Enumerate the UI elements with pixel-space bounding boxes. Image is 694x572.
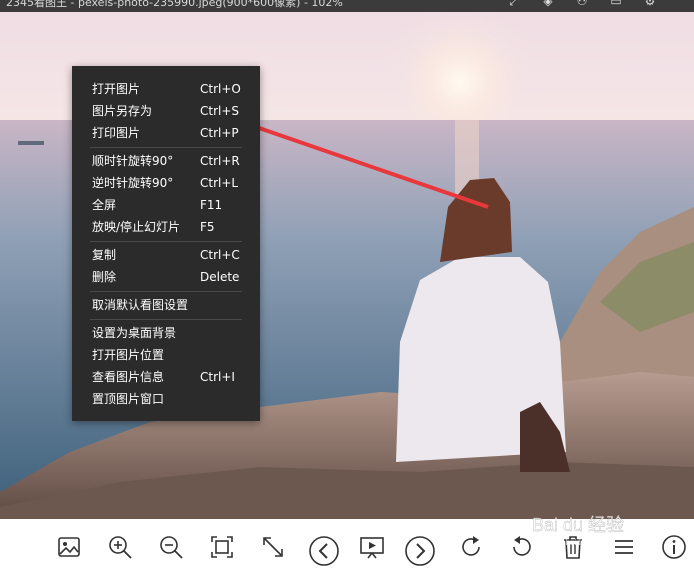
skin-icon[interactable]: ◈ — [540, 0, 556, 7]
chat-icon[interactable]: ▭ — [608, 0, 624, 7]
menu-item-open-image[interactable]: 打开图片 Ctrl+O — [92, 78, 248, 100]
watermark-text: Bai du 经验 — [532, 515, 624, 535]
fullscreen-icon[interactable]: ⤢ — [506, 0, 522, 7]
menu-item-open-location[interactable]: 打开图片位置 — [92, 344, 248, 366]
menu-item-rotate-cw[interactable]: 顺时针旋转90° Ctrl+R — [92, 150, 248, 172]
slideshow-icon[interactable] — [358, 533, 386, 561]
zoom-in-icon[interactable] — [106, 533, 134, 561]
baidu-jingyan-watermark: Bai du 经验 jingyan.baidu.com — [532, 515, 624, 547]
menu-separator — [90, 241, 242, 242]
menu-item-label: 放映/停止幻灯片 — [92, 220, 181, 234]
menu-item-image-info[interactable]: 查看图片信息 Ctrl+I — [92, 366, 248, 388]
watermark-sub: jingyan.baidu.com — [537, 538, 603, 547]
menu-item-label: 查看图片信息 — [92, 370, 165, 384]
menu-item-pin-window[interactable]: 置顶图片窗口 — [92, 388, 248, 410]
menu-item-label: 打开图片位置 — [92, 348, 165, 362]
info-icon[interactable] — [660, 533, 688, 561]
menu-item-copy[interactable]: 复制 Ctrl+C — [92, 244, 248, 266]
menu-separator — [90, 319, 242, 320]
actual-size-icon[interactable] — [259, 533, 287, 561]
zoom-out-icon[interactable] — [157, 533, 185, 561]
menu-item-shortcut: Ctrl+R — [200, 154, 240, 168]
menu-item-label: 顺时针旋转90° — [92, 154, 174, 168]
share-icon[interactable]: ⚇ — [574, 0, 590, 7]
menu-item-shortcut: Ctrl+L — [200, 176, 239, 190]
menu-item-label: 图片另存为 — [92, 104, 153, 118]
settings-icon[interactable]: ⚙ — [642, 0, 658, 7]
menu-item-shortcut: F5 — [200, 220, 215, 234]
menu-item-rotate-ccw[interactable]: 逆时针旋转90° Ctrl+L — [92, 172, 248, 194]
title-bar: 2345看图王 - pexels-photo-235990.jpeg(900*6… — [0, 0, 694, 12]
menu-item-label: 逆时针旋转90° — [92, 176, 174, 190]
image-icon[interactable] — [55, 533, 83, 561]
menu-item-label: 删除 — [92, 270, 117, 284]
context-menu: 打开图片 Ctrl+O 图片另存为 Ctrl+S 打印图片 Ctrl+P 顺时针… — [72, 66, 260, 421]
window-title: 2345看图王 - pexels-photo-235990.jpeg(900*6… — [6, 0, 343, 9]
menu-separator — [90, 291, 242, 292]
fit-screen-icon[interactable] — [208, 533, 236, 561]
menu-item-shortcut: Ctrl+P — [200, 126, 239, 140]
menu-item-label: 全屏 — [92, 198, 117, 212]
menu-item-print[interactable]: 打印图片 Ctrl+P — [92, 122, 248, 144]
menu-item-shortcut: Ctrl+O — [200, 82, 241, 96]
menu-item-label: 打开图片 — [92, 82, 141, 96]
menu-item-shortcut: F11 — [200, 198, 223, 212]
menu-item-slideshow[interactable]: 放映/停止幻灯片 F5 — [92, 216, 248, 238]
menu-item-label: 取消默认看图设置 — [92, 298, 189, 312]
menu-item-shortcut: Ctrl+S — [200, 104, 240, 118]
menu-item-shortcut: Ctrl+C — [200, 248, 240, 262]
previous-icon[interactable] — [308, 535, 340, 567]
menu-item-shortcut: Delete — [200, 270, 240, 284]
menu-item-label: 复制 — [92, 248, 117, 262]
rotate-right-icon[interactable] — [457, 533, 485, 561]
menu-item-cancel-default-viewer[interactable]: 取消默认看图设置 — [92, 294, 248, 316]
menu-item-shortcut: Ctrl+I — [200, 370, 235, 384]
menu-separator — [90, 147, 242, 148]
menu-item-set-wallpaper[interactable]: 设置为桌面背景 — [92, 322, 248, 344]
menu-item-delete[interactable]: 删除 Delete — [92, 266, 248, 288]
menu-item-label: 设置为桌面背景 — [92, 326, 177, 340]
menu-item-save-as[interactable]: 图片另存为 Ctrl+S — [92, 100, 248, 122]
title-bar-icons: ⤢ ◈ ⚇ ▭ ⚙ — [506, 0, 658, 7]
menu-item-label: 打印图片 — [92, 126, 141, 140]
next-icon[interactable] — [404, 535, 436, 567]
menu-item-label: 置顶图片窗口 — [92, 392, 165, 406]
menu-item-fullscreen[interactable]: 全屏 F11 — [92, 194, 248, 216]
